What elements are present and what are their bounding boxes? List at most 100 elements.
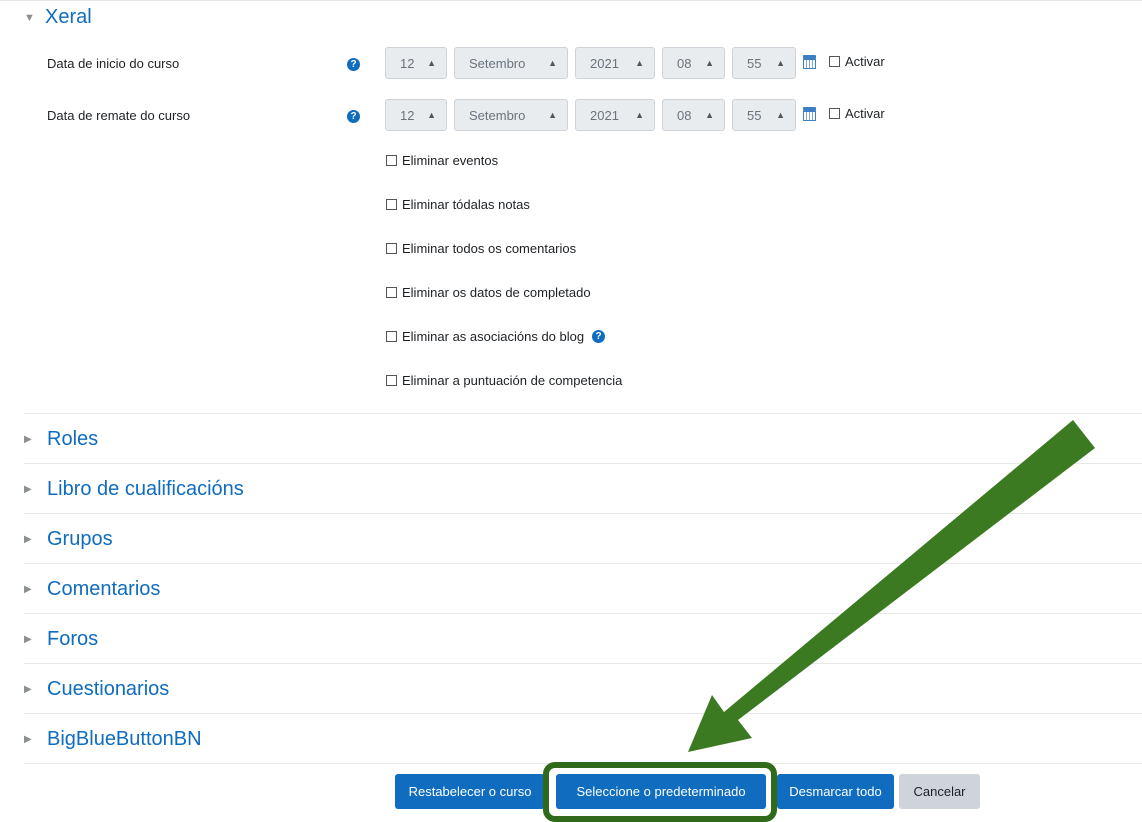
- start-month-select[interactable]: Setembro ▲︎: [454, 47, 568, 79]
- section-title[interactable]: Foros: [47, 628, 98, 651]
- cancel-button[interactable]: Cancelar: [899, 774, 980, 809]
- caret-right-icon: ▶: [24, 634, 32, 645]
- section-bigbluebuttonbn[interactable]: ▶ BigBlueButtonBN: [24, 728, 202, 751]
- end-day-select[interactable]: 12 ▲︎: [385, 99, 447, 131]
- option-delete-comments[interactable]: Eliminar todos os comentarios: [386, 241, 576, 256]
- start-day-select[interactable]: 12 ▲︎: [385, 47, 447, 79]
- select-arrows-icon: ▲︎: [635, 58, 644, 68]
- checkbox[interactable]: [829, 108, 840, 119]
- section-divider: [24, 513, 1142, 514]
- end-date-label: Data de remate do curso: [47, 108, 191, 123]
- end-hour-value: 08: [677, 107, 692, 123]
- start-enable-checkbox[interactable]: Activar: [829, 54, 885, 69]
- start-month-value: Setembro: [469, 55, 526, 71]
- reset-course-button[interactable]: Restabelecer o curso: [395, 774, 545, 809]
- caret-right-icon: ▶: [24, 534, 32, 545]
- end-minute-select[interactable]: 55 ▲︎: [732, 99, 796, 131]
- start-hour-select[interactable]: 08 ▲︎: [662, 47, 725, 79]
- start-year-select[interactable]: 2021 ▲︎: [575, 47, 655, 79]
- option-delete-competency-ratings[interactable]: Eliminar a puntuación de competencia: [386, 373, 622, 388]
- help-icon[interactable]: ?: [347, 58, 360, 71]
- option-delete-events[interactable]: Eliminar eventos: [386, 153, 498, 168]
- section-title[interactable]: Libro de cualificacións: [47, 478, 244, 501]
- section-divider: [24, 463, 1142, 464]
- top-divider: [0, 0, 1142, 1]
- end-enable-label: Activar: [845, 106, 885, 121]
- option-delete-completion[interactable]: Eliminar os datos de completado: [386, 285, 591, 300]
- checkbox[interactable]: [386, 155, 397, 166]
- option-label: Eliminar todos os comentarios: [402, 241, 577, 256]
- checkbox[interactable]: [829, 56, 840, 67]
- option-label: Eliminar tódalas notas: [402, 197, 530, 212]
- end-month-select[interactable]: Setembro ▲︎: [454, 99, 568, 131]
- help-icon[interactable]: ?: [347, 110, 360, 123]
- checkbox[interactable]: [386, 243, 397, 254]
- end-year-select[interactable]: 2021 ▲︎: [575, 99, 655, 131]
- section-divider: [24, 763, 1142, 764]
- deselect-all-button[interactable]: Desmarcar todo: [777, 774, 894, 809]
- start-date-label: Data de inicio do curso: [47, 56, 180, 71]
- section-divider: [24, 713, 1142, 714]
- section-title[interactable]: Comentarios: [47, 578, 160, 601]
- caret-down-icon: ▼: [24, 11, 35, 24]
- section-xeral-title[interactable]: Xeral: [45, 6, 92, 29]
- select-default-button[interactable]: Seleccione o predeterminado: [556, 774, 766, 809]
- help-icon[interactable]: ?: [592, 330, 606, 343]
- checkbox[interactable]: [386, 199, 397, 210]
- section-comments[interactable]: ▶ Comentarios: [24, 578, 160, 601]
- end-hour-select[interactable]: 08 ▲︎: [662, 99, 725, 131]
- calendar-icon[interactable]: [803, 55, 816, 69]
- section-title[interactable]: Roles: [47, 428, 98, 451]
- caret-right-icon: ▶: [24, 684, 32, 695]
- section-gradebook[interactable]: ▶ Libro de cualificacións: [24, 478, 244, 501]
- option-label: Eliminar a puntuación de competencia: [402, 373, 623, 388]
- select-arrows-icon: ▲︎: [427, 110, 436, 120]
- select-arrows-icon: ▲︎: [427, 58, 436, 68]
- end-year-value: 2021: [590, 107, 619, 123]
- end-month-value: Setembro: [469, 107, 526, 123]
- caret-right-icon: ▶: [24, 434, 32, 445]
- select-arrows-icon: ▲︎: [776, 58, 785, 68]
- start-hour-value: 08: [677, 55, 692, 71]
- select-arrows-icon: ▲︎: [548, 110, 557, 120]
- start-minute-value: 55: [747, 55, 762, 71]
- section-divider: [24, 663, 1142, 664]
- select-arrows-icon: ▲︎: [776, 110, 785, 120]
- checkbox[interactable]: [386, 331, 397, 342]
- section-quizzes[interactable]: ▶ Cuestionarios: [24, 678, 169, 701]
- select-arrows-icon: ▲︎: [635, 110, 644, 120]
- caret-right-icon: ▶: [24, 584, 32, 595]
- section-title[interactable]: BigBlueButtonBN: [47, 728, 202, 751]
- section-title[interactable]: Cuestionarios: [47, 678, 169, 701]
- start-enable-label: Activar: [845, 54, 885, 69]
- option-label: Eliminar os datos de completado: [402, 285, 591, 300]
- section-divider: [24, 613, 1142, 614]
- end-day-value: 12: [400, 107, 415, 123]
- start-year-value: 2021: [590, 55, 619, 71]
- calendar-icon[interactable]: [803, 107, 816, 121]
- checkbox[interactable]: [386, 287, 397, 298]
- section-title[interactable]: Grupos: [47, 528, 113, 551]
- end-minute-value: 55: [747, 107, 762, 123]
- start-date-row: Data de inicio do curso ? 12 ▲︎ Setembro ▲…: [0, 47, 1142, 81]
- caret-right-icon: ▶: [24, 484, 32, 495]
- section-xeral-header[interactable]: ▼ Xeral: [24, 6, 92, 29]
- select-arrows-icon: ▲︎: [705, 58, 714, 68]
- option-delete-grades[interactable]: Eliminar tódalas notas: [386, 197, 530, 212]
- start-day-value: 12: [400, 55, 415, 71]
- section-forums[interactable]: ▶ Foros: [24, 628, 98, 651]
- section-groups[interactable]: ▶ Grupos: [24, 528, 113, 551]
- section-divider: [24, 563, 1142, 564]
- option-label: Eliminar as asociacións do blog: [402, 329, 585, 344]
- section-roles[interactable]: ▶ Roles: [24, 428, 98, 451]
- section-divider: [24, 413, 1142, 414]
- end-date-row: Data de remate do curso ? 12 ▲︎ Setembro ▲…: [0, 99, 1142, 133]
- start-minute-select[interactable]: 55 ▲︎: [732, 47, 796, 79]
- end-enable-checkbox[interactable]: Activar: [829, 106, 885, 121]
- caret-right-icon: ▶: [24, 734, 32, 745]
- checkbox[interactable]: [386, 375, 397, 386]
- option-label: Eliminar eventos: [402, 153, 499, 168]
- select-arrows-icon: ▲︎: [705, 110, 714, 120]
- option-delete-blog-associations[interactable]: Eliminar as asociacións do blog ?: [386, 329, 606, 344]
- select-arrows-icon: ▲︎: [548, 58, 557, 68]
